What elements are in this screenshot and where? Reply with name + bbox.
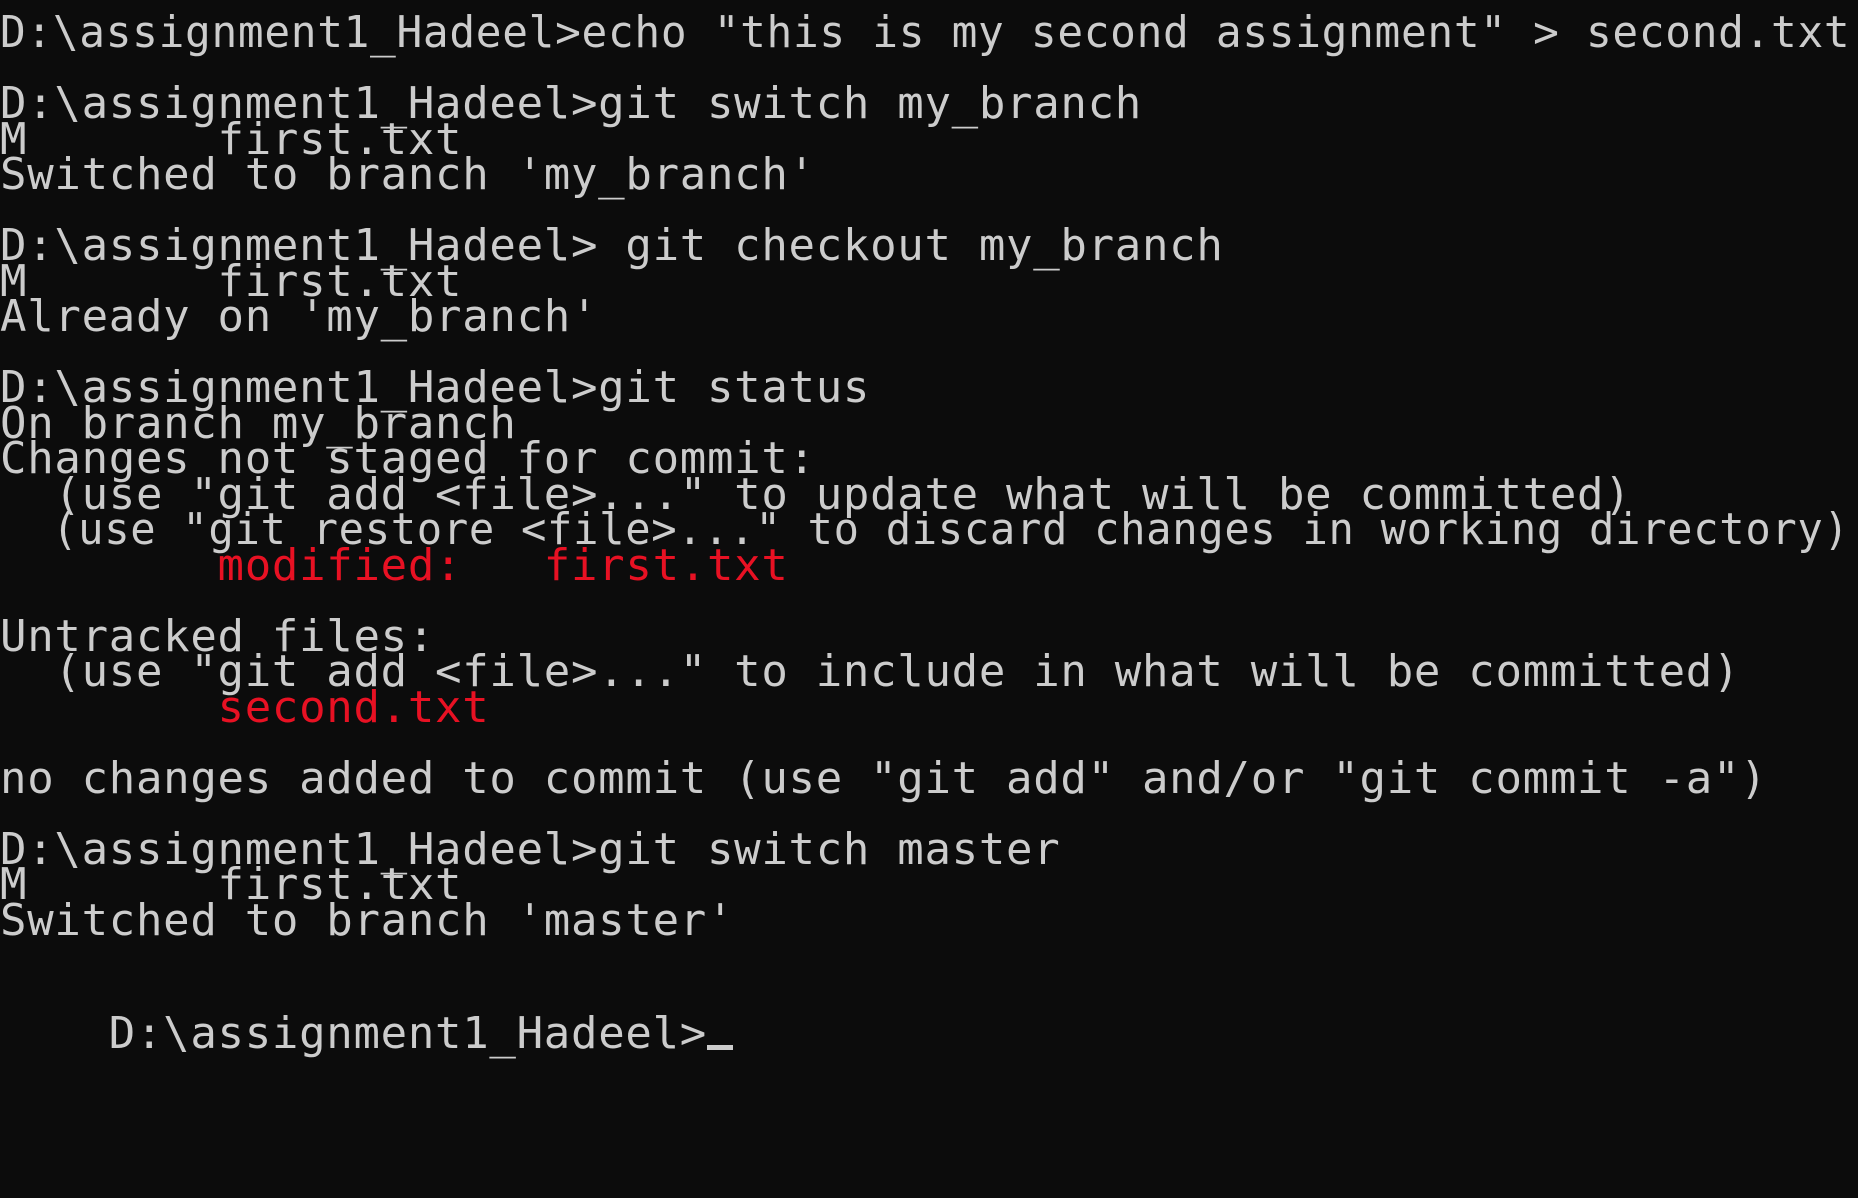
terminal-window[interactable]: D:\assignment1_Hadeel>echo "this is my s…	[0, 0, 1858, 1198]
output-line: second.txt	[0, 681, 490, 733]
output-line: no changes added to commit (use "git add…	[0, 752, 1768, 804]
command-prompt: D:\assignment1_Hadeel>	[108, 1007, 707, 1059]
output-line: Switched to branch 'master'	[0, 894, 735, 946]
output-line: D:\assignment1_Hadeel>echo "this is my s…	[0, 7, 1851, 58]
text-cursor-icon	[706, 1044, 733, 1050]
command-prompt-line[interactable]: D:\assignment1_Hadeel>	[0, 971, 733, 1055]
output-line: Switched to branch 'my_branch'	[0, 149, 816, 200]
output-line: Already on 'my_branch'	[0, 291, 599, 342]
output-line: modified: first.txt	[0, 539, 789, 591]
